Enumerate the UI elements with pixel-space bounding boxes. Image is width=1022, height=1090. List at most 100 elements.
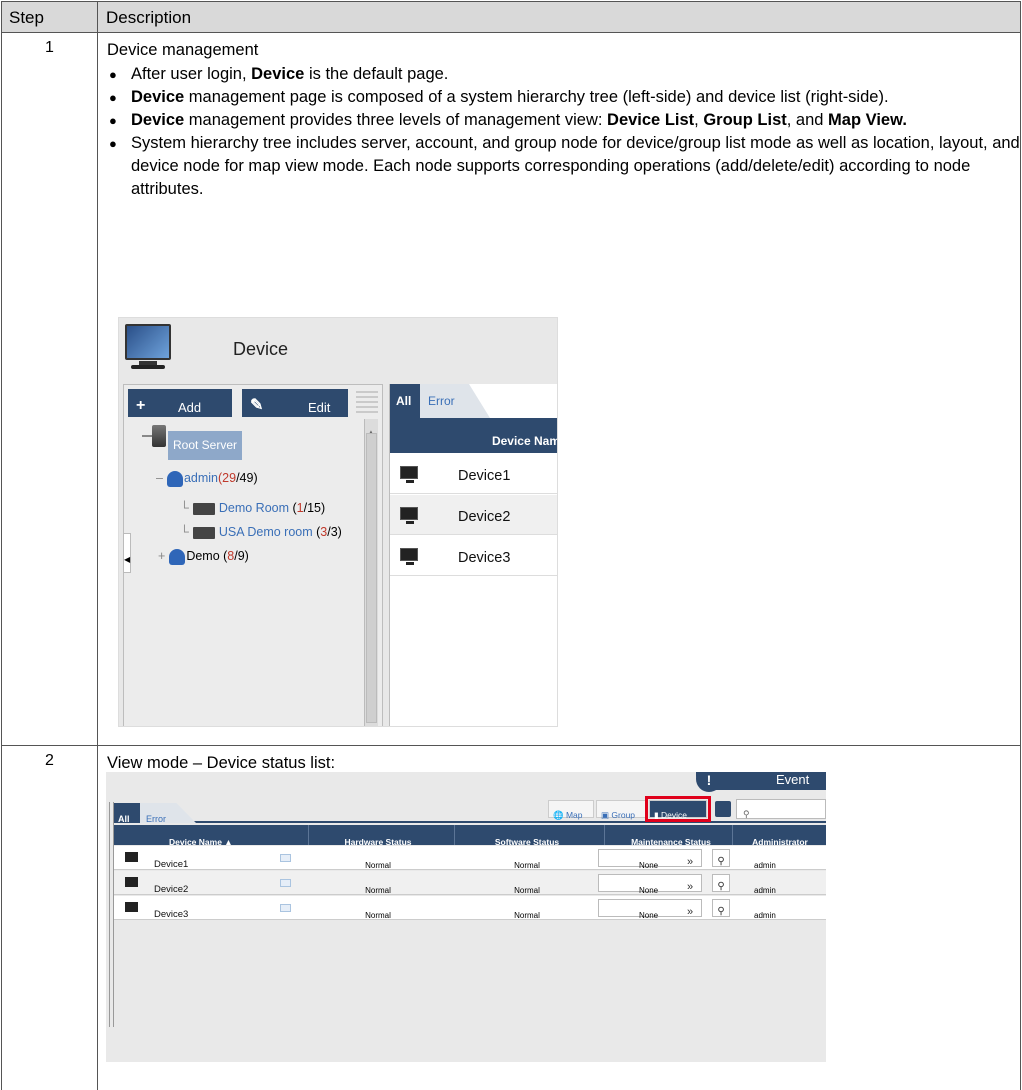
tree-scrollbar[interactable]: ▲ bbox=[364, 419, 378, 726]
search-input[interactable]: ⚲ bbox=[736, 799, 826, 819]
bullet-bold: Device List bbox=[607, 111, 695, 129]
step-description: View mode – Device status list: ! Event … bbox=[98, 746, 1020, 1090]
tab-all[interactable]: All bbox=[390, 384, 420, 418]
list-item: System hierarchy tree includes server, a… bbox=[107, 132, 1020, 201]
root-server-label: Root Server bbox=[168, 431, 243, 460]
add-label: Add bbox=[178, 400, 202, 415]
plus-icon: + bbox=[136, 397, 146, 414]
step-number: 1 bbox=[2, 33, 98, 745]
bullet-text: management page is composed of a system … bbox=[184, 88, 889, 106]
screen-preview-icon[interactable] bbox=[280, 879, 291, 887]
monitor-icon bbox=[125, 877, 138, 887]
tree-node-demo-room[interactable]: └ Demo Room (1/15) bbox=[180, 497, 325, 520]
maintenance-status-select[interactable]: None» bbox=[598, 849, 702, 870]
print-icon[interactable] bbox=[715, 801, 731, 817]
monitor-icon bbox=[400, 507, 418, 524]
device-name-column-header[interactable]: Device Nam bbox=[390, 419, 557, 453]
screen-preview-icon[interactable] bbox=[280, 904, 291, 912]
table-row[interactable]: Device3 bbox=[390, 536, 557, 576]
folder-icon bbox=[192, 502, 215, 515]
tab-error[interactable]: Error bbox=[140, 803, 196, 823]
bullet-text: management provides three levels of mana… bbox=[184, 111, 608, 129]
tree-node-demo[interactable]: + Demo (8/9) bbox=[158, 545, 249, 568]
device-name: Device3 bbox=[458, 550, 511, 566]
table-row: 2 View mode – Device status list: ! Even… bbox=[2, 746, 1020, 1090]
tree-node-admin[interactable]: – admin(29/49) bbox=[156, 467, 258, 490]
bullet-bold: Group List bbox=[703, 111, 787, 129]
edit-label: Edit bbox=[308, 400, 331, 415]
steps-table: Step Description 1 Device management Aft… bbox=[1, 1, 1021, 1090]
bullet-list: After user login, Device is the default … bbox=[107, 63, 1020, 201]
page-title: Device bbox=[233, 339, 289, 359]
search-icon[interactable]: ⚲ bbox=[712, 899, 730, 917]
hierarchy-tree-panel: ◀ + Add ✎ Edit ▲ bbox=[123, 384, 383, 726]
device-monitor-icon bbox=[125, 324, 171, 372]
account-name: Demo bbox=[186, 549, 220, 563]
group-name: Demo Room bbox=[218, 501, 290, 515]
collapse-minus-icon[interactable]: – bbox=[156, 471, 163, 485]
tab-all[interactable]: All bbox=[114, 803, 140, 824]
user-icon bbox=[166, 470, 183, 487]
device-list-panel: All Error Device Nam Device1 Device2 Dev… bbox=[389, 384, 557, 726]
status-table-header: Device Name ▲ Hardware Status Software S… bbox=[114, 825, 826, 847]
list-item: Device management page is composed of a … bbox=[107, 86, 1020, 109]
device-name: Device2 bbox=[458, 509, 511, 525]
step-number: 2 bbox=[2, 746, 98, 1090]
bullet-bold: Device bbox=[131, 111, 185, 129]
edit-button[interactable]: ✎ Edit bbox=[242, 389, 348, 417]
bullet-bold: Device bbox=[131, 88, 185, 106]
collapse-minus-icon[interactable] bbox=[142, 435, 152, 437]
table-row[interactable]: Device1 Normal Normal None» ⚲ admin bbox=[114, 846, 826, 870]
monitor-icon bbox=[125, 902, 138, 912]
maintenance-status-select[interactable]: None» bbox=[598, 899, 702, 920]
event-label: Event bbox=[776, 772, 810, 787]
expand-plus-icon[interactable]: + bbox=[158, 549, 165, 563]
count-total: /3) bbox=[327, 525, 342, 539]
list-item: After user login, Device is the default … bbox=[107, 63, 1020, 86]
collapse-icon[interactable]: ◀ bbox=[123, 533, 131, 573]
table-row[interactable]: Device1 bbox=[390, 454, 557, 494]
list-item: Device management provides three levels … bbox=[107, 109, 1020, 132]
bullet-text: After user login, bbox=[131, 65, 252, 83]
count-total: /49) bbox=[236, 471, 258, 485]
table-row[interactable]: Device3 Normal Normal None» ⚲ admin bbox=[114, 896, 826, 920]
tab-error[interactable]: Error bbox=[420, 384, 490, 418]
bullet-bold: Device bbox=[251, 65, 305, 83]
scroll-thumb[interactable] bbox=[366, 433, 377, 723]
count-error: 29 bbox=[222, 471, 237, 485]
bullet-text: , bbox=[694, 111, 704, 129]
monitor-icon bbox=[125, 852, 138, 862]
account-name: admin bbox=[183, 471, 218, 485]
tree-node-usa-demo-room[interactable]: └ USA Demo room (3/3) bbox=[180, 521, 342, 544]
bullet-text: is the default page. bbox=[304, 65, 449, 83]
device-name: Device1 bbox=[458, 468, 511, 484]
list-view-icon[interactable] bbox=[356, 391, 378, 413]
group-name: USA Demo room bbox=[218, 525, 313, 539]
count-total: /9) bbox=[234, 549, 249, 563]
device-status-list-screenshot: ! Event All Error 🌐 Map ▣ Group ▮ Device… bbox=[106, 772, 826, 1062]
add-button[interactable]: + Add bbox=[128, 389, 232, 417]
bullet-bold: Map View. bbox=[828, 111, 907, 129]
monitor-icon bbox=[400, 466, 418, 483]
step-description: Device management After user login, Devi… bbox=[98, 33, 1020, 745]
device-management-screenshot: Device ◀ + Add ✎ Edit ▲ bbox=[118, 317, 558, 727]
count-total: /15) bbox=[303, 501, 326, 515]
search-icon[interactable]: ⚲ bbox=[712, 874, 730, 892]
map-view-button[interactable]: 🌐 Map bbox=[548, 800, 594, 820]
count-error: 1 bbox=[296, 501, 304, 515]
group-view-button[interactable]: ▣ Group bbox=[596, 800, 646, 820]
pencil-icon: ✎ bbox=[250, 397, 264, 414]
table-row[interactable]: Device2 Normal Normal None» ⚲ admin bbox=[114, 871, 826, 895]
server-icon bbox=[152, 425, 166, 447]
description-column-header: Description bbox=[106, 8, 192, 27]
search-icon[interactable]: ⚲ bbox=[712, 849, 730, 867]
table-header: Step Description bbox=[2, 2, 1020, 33]
screen-preview-icon[interactable] bbox=[280, 854, 291, 862]
bullet-text: System hierarchy tree includes server, a… bbox=[131, 134, 1020, 198]
table-row: 1 Device management After user login, De… bbox=[2, 33, 1020, 746]
bullet-text: , and bbox=[786, 111, 829, 129]
folder-icon bbox=[192, 526, 215, 539]
monitor-icon bbox=[400, 548, 418, 565]
maintenance-status-select[interactable]: None» bbox=[598, 874, 702, 895]
table-row[interactable]: Device2 bbox=[390, 495, 557, 535]
